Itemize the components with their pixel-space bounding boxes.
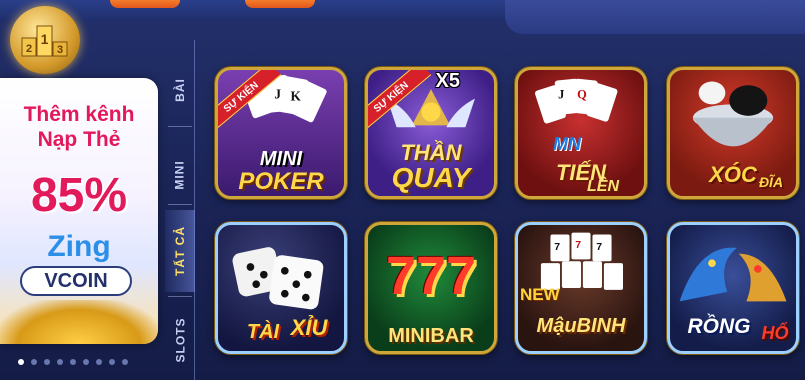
- pager-dot[interactable]: [18, 359, 24, 365]
- promo-brand: Zing: [47, 230, 111, 263]
- pager-dot[interactable]: [109, 359, 115, 365]
- svg-text:7: 7: [554, 241, 560, 253]
- promo-line-1: Thêm kênh: [23, 103, 135, 126]
- svg-text:J: J: [274, 87, 281, 102]
- top-button-right[interactable]: [245, 0, 315, 8]
- tab-label: MINI: [173, 160, 187, 190]
- tab-slots[interactable]: SLOTS: [165, 302, 195, 378]
- svg-text:J: J: [558, 88, 564, 102]
- game-title-bottom: LÊN: [587, 178, 619, 195]
- game-777-label: 777: [385, 246, 477, 306]
- promo-percent: 85%: [30, 169, 128, 222]
- game-mau-binh[interactable]: 7 7 7 NEW MậuBINH: [515, 222, 647, 354]
- game-xoc-dia[interactable]: XÓC ĐĨA: [667, 67, 799, 199]
- game-title-bottom: MINIBAR: [388, 325, 474, 347]
- game-tai-xiu[interactable]: TÀI XỈU: [215, 222, 347, 354]
- tab-mini[interactable]: MINI: [165, 132, 195, 218]
- pager-dot[interactable]: [31, 359, 37, 365]
- svg-text:Q: Q: [577, 88, 587, 102]
- category-tabs: BÀI MINI TẤT CẢ SLOTS: [165, 40, 195, 380]
- pager-dot[interactable]: [96, 359, 102, 365]
- game-title-bottom: ĐĨA: [758, 174, 784, 190]
- game-minibar[interactable]: 777 MINIBAR: [365, 222, 497, 354]
- pager-dot[interactable]: [83, 359, 89, 365]
- svg-text:K: K: [291, 89, 302, 104]
- rank-digit-3: 3: [57, 44, 63, 56]
- pager-dot[interactable]: [57, 359, 63, 365]
- promo-banner[interactable]: Thêm kênh Nạp Thẻ 85% Zing VCOIN: [0, 78, 158, 344]
- tab-label: SLOTS: [173, 317, 188, 363]
- tab-label: BÀI: [172, 78, 187, 102]
- pager-dot[interactable]: [44, 359, 50, 365]
- rank-digit-1: 1: [41, 31, 49, 47]
- game-title-bottom: QUAY: [391, 162, 471, 193]
- banner-pager: [18, 359, 128, 365]
- game-title-bottom: POKER: [238, 168, 324, 195]
- promo-line-2: Nạp Thẻ: [37, 128, 121, 151]
- svg-text:7: 7: [575, 239, 581, 251]
- leaderboard-icon[interactable]: 1 2 3: [10, 6, 80, 74]
- rank-digit-2: 2: [26, 43, 32, 55]
- game-title-top: MậuBINH: [536, 315, 626, 337]
- pager-dot[interactable]: [70, 359, 76, 365]
- tab-label: TẤT CẢ: [173, 226, 187, 276]
- game-title-bottom: XỈU: [290, 315, 328, 340]
- tab-tat-ca[interactable]: TẤT CẢ: [165, 210, 195, 292]
- game-badge-mn: MN: [553, 134, 581, 154]
- game-title-bottom: HỔ: [761, 323, 789, 343]
- x5-badge: X5: [435, 70, 460, 92]
- top-button-left[interactable]: [110, 0, 180, 8]
- tab-bai[interactable]: BÀI: [165, 60, 195, 120]
- gold-coins-image: [0, 300, 158, 344]
- svg-text:7: 7: [596, 241, 602, 253]
- game-mini-poker[interactable]: J K SỰ KIỆN MINI POKER: [215, 67, 347, 199]
- vcoin-logo: VCOIN: [20, 266, 132, 296]
- game-rong-ho[interactable]: RỒNG HỔ: [667, 222, 799, 354]
- pager-dot[interactable]: [122, 359, 128, 365]
- top-right-panel: [505, 0, 805, 34]
- game-tien-len[interactable]: J Q MN TIẾN LÊN: [515, 67, 647, 199]
- game-than-quay[interactable]: SỰ KIỆN X5 THẦN QUAY: [365, 67, 497, 199]
- new-badge: NEW: [520, 285, 560, 304]
